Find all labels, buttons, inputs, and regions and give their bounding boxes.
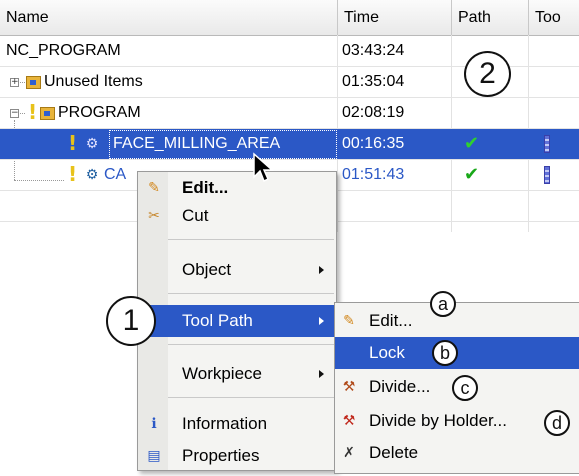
menu-item-object[interactable]: Object: [138, 254, 336, 286]
table-row[interactable]: − ! PROGRAM 02:08:19: [0, 98, 579, 129]
row-name: PROGRAM: [58, 104, 141, 121]
properties-icon: ▤: [147, 448, 161, 464]
submenu-arrow-icon: [319, 370, 324, 378]
operation-icon: ⚙: [85, 167, 99, 183]
path-check-icon: ✔: [464, 164, 480, 185]
column-header-time[interactable]: Time: [338, 0, 452, 35]
submenu-arrow-icon: [319, 266, 324, 274]
collapse-minus-icon[interactable]: −: [10, 109, 19, 118]
column-header-name[interactable]: Name: [0, 0, 338, 35]
callout-1: 1: [106, 296, 156, 346]
submenu-item-divide-by-holder[interactable]: ⚒ Divide by Holder...: [335, 405, 579, 437]
submenu-arrow-icon: [319, 317, 324, 325]
folder-icon: [26, 76, 41, 89]
column-header-tool[interactable]: Too: [529, 0, 579, 35]
expand-plus-icon[interactable]: +: [10, 78, 19, 87]
table-header: Name Time Path Too: [0, 0, 579, 36]
menu-item-information[interactable]: ℹ Information: [138, 408, 336, 440]
divide-by-holder-icon: ⚒: [342, 413, 356, 429]
menu-item-cut[interactable]: ✂ Cut: [138, 200, 336, 232]
row-name: NC_PROGRAM: [6, 42, 121, 59]
callout-d: d: [544, 410, 570, 436]
delete-icon: ✗: [343, 445, 355, 461]
row-time: 00:16:35: [342, 135, 405, 152]
row-name: CA: [104, 166, 127, 183]
tool-icon: [544, 135, 550, 153]
edit-icon: ✎: [148, 180, 160, 196]
menu-item-tool-path[interactable]: Tool Path: [138, 305, 336, 337]
row-time: 03:43:24: [342, 42, 405, 59]
divide-icon: ⚒: [342, 379, 356, 395]
callout-a: a: [430, 291, 456, 317]
callout-b: b: [432, 340, 458, 366]
bulb-icon[interactable]: !: [68, 133, 80, 153]
submenu-item-edit[interactable]: ✎ Edit...: [335, 305, 579, 337]
row-name: Unused Items: [44, 73, 143, 90]
mouse-pointer-icon: [253, 152, 274, 183]
row-time: 01:35:04: [342, 73, 405, 90]
bulb-icon[interactable]: !: [28, 102, 40, 122]
menu-item-workpiece[interactable]: Workpiece: [138, 358, 336, 390]
tool-icon: [544, 166, 550, 184]
path-check-icon: ✔: [464, 133, 480, 154]
cut-icon: ✂: [148, 208, 160, 224]
callout-c: c: [452, 375, 478, 401]
menu-item-properties[interactable]: ▤ Properties: [138, 440, 336, 472]
context-menu: ✎ Edit... ✂ Cut Object Tool Path Workpie…: [137, 171, 337, 471]
bulb-icon[interactable]: !: [68, 164, 80, 184]
submenu-item-delete[interactable]: ✗ Delete: [335, 437, 579, 469]
face-milling-icon: ⚙: [85, 136, 99, 152]
row-time: 01:51:43: [342, 166, 405, 183]
row-time: 02:08:19: [342, 104, 405, 121]
edit-icon: ✎: [343, 313, 355, 329]
table-row-selected[interactable]: ! ⚙ FACE_MILLING_AREA 00:16:35 ✔: [0, 129, 579, 160]
column-header-path[interactable]: Path: [452, 0, 529, 35]
folder-icon: [40, 107, 55, 120]
callout-2: 2: [464, 51, 511, 97]
info-icon: ℹ: [151, 416, 157, 432]
